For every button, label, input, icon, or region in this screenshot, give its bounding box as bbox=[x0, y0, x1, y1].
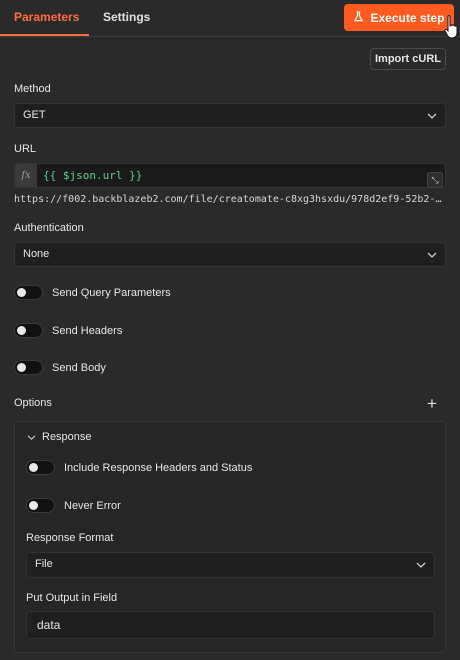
toggle-label: Include Response Headers and Status bbox=[64, 461, 253, 474]
toggle-switch[interactable] bbox=[26, 498, 55, 513]
toggle-switch[interactable] bbox=[14, 360, 43, 375]
active-tab-indicator bbox=[0, 34, 89, 36]
expand-editor-icon[interactable]: ⤡ bbox=[427, 172, 443, 188]
chevron-down-icon bbox=[416, 562, 426, 568]
url-label: URL bbox=[14, 143, 37, 155]
include-response-headers-toggle[interactable]: Include Response Headers and Status bbox=[26, 460, 252, 475]
authentication-label: Authentication bbox=[14, 222, 84, 234]
toggle-label: Send Query Parameters bbox=[52, 286, 171, 299]
execute-step-label: Execute step bbox=[370, 10, 445, 25]
authentication-select[interactable]: None bbox=[14, 242, 446, 267]
toggle-label: Never Error bbox=[64, 499, 121, 512]
import-curl-button[interactable]: Import cURL bbox=[370, 48, 446, 70]
toggle-label: Send Body bbox=[52, 361, 106, 374]
chevron-down-icon bbox=[427, 252, 437, 258]
output-field-label: Put Output in Field bbox=[26, 592, 118, 604]
response-format-label: Response Format bbox=[26, 532, 114, 544]
output-field-input[interactable]: data bbox=[26, 611, 435, 639]
node-tab-bar: Parameters Settings Execute step bbox=[0, 0, 460, 37]
response-format-value: File bbox=[35, 558, 53, 570]
url-expression-field[interactable]: fx {{ $json.url }} ⤡ bbox=[14, 163, 446, 188]
fx-icon: fx bbox=[15, 164, 37, 187]
authentication-value: None bbox=[23, 248, 50, 260]
method-label: Method bbox=[14, 83, 51, 95]
url-expression[interactable]: {{ $json.url }} bbox=[43, 164, 142, 187]
plus-icon[interactable]: + bbox=[427, 395, 437, 412]
response-format-select[interactable]: File bbox=[26, 552, 435, 578]
toggle-switch[interactable] bbox=[26, 460, 55, 475]
toggle-switch[interactable] bbox=[14, 323, 43, 338]
toggle-label: Send Headers bbox=[52, 324, 123, 337]
method-select[interactable]: GET bbox=[14, 103, 446, 128]
tab-settings[interactable]: Settings bbox=[103, 0, 150, 36]
chevron-down-icon bbox=[427, 113, 437, 119]
options-label: Options bbox=[14, 397, 52, 409]
url-resolved-preview: https://f002.backblazeb2.com/file/creato… bbox=[14, 194, 446, 205]
execute-step-button[interactable]: Execute step bbox=[344, 4, 454, 31]
tab-parameters[interactable]: Parameters bbox=[14, 0, 79, 36]
send-headers-toggle[interactable]: Send Headers bbox=[14, 323, 122, 338]
send-query-parameters-toggle[interactable]: Send Query Parameters bbox=[14, 285, 171, 300]
send-body-toggle[interactable]: Send Body bbox=[14, 360, 106, 375]
chevron-down-icon bbox=[27, 434, 36, 440]
method-value: GET bbox=[23, 109, 46, 121]
never-error-toggle[interactable]: Never Error bbox=[26, 498, 121, 513]
response-collapse-header[interactable]: Response bbox=[27, 431, 92, 443]
toggle-switch[interactable] bbox=[14, 285, 43, 300]
response-label: Response bbox=[42, 431, 92, 443]
flask-icon bbox=[353, 10, 364, 25]
hand-cursor-icon bbox=[444, 15, 458, 39]
